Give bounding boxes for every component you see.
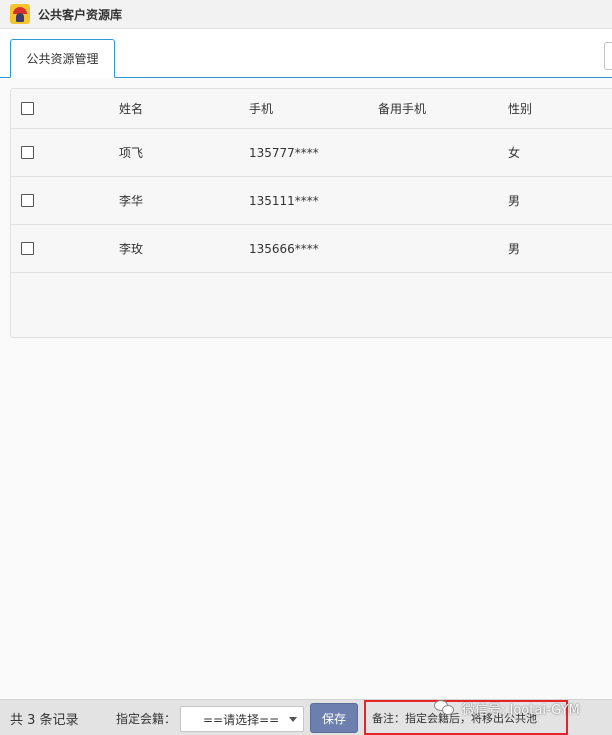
cell-name: 项飞 xyxy=(119,146,144,160)
customer-table: 姓名 手机 备用手机 性别 项飞 135777**** 女 李华 135111*… xyxy=(10,88,612,338)
title-bar: 公共客户资源库 xyxy=(0,0,612,29)
select-all-cell xyxy=(21,89,34,128)
cell-gender: 女 xyxy=(508,146,521,160)
chevron-down-icon xyxy=(289,717,297,722)
cell-name: 李华 xyxy=(119,194,144,208)
table-row[interactable]: 李华 135111**** 男 xyxy=(11,177,612,225)
window-title: 公共客户资源库 xyxy=(38,7,123,22)
record-count: 共 3 条记录 xyxy=(10,712,79,728)
cell-gender: 男 xyxy=(508,194,521,208)
cell-phone: 135777**** xyxy=(249,145,319,160)
watermark: 微信号: Jootai-GYM xyxy=(434,697,580,719)
row-checkbox[interactable] xyxy=(21,146,34,159)
column-header-backup-phone[interactable]: 备用手机 xyxy=(378,89,426,128)
cell-phone: 135111**** xyxy=(249,193,319,208)
table-row[interactable]: 项飞 135777**** 女 xyxy=(11,129,612,177)
row-select-cell xyxy=(21,129,34,176)
wechat-icon xyxy=(434,700,456,716)
table-row[interactable]: 李玫 135666**** 男 xyxy=(11,225,612,273)
cell-name: 李玫 xyxy=(119,242,144,256)
column-header-gender[interactable]: 性别 xyxy=(508,89,532,128)
save-button[interactable]: 保存 xyxy=(310,703,358,733)
membership-select-value: ==请选择== xyxy=(203,712,280,727)
watermark-text: 微信号: Jootai-GYM xyxy=(462,702,580,718)
app-logo-icon xyxy=(10,4,30,24)
column-header-phone[interactable]: 手机 xyxy=(249,89,273,128)
tab-bar: 公共资源管理 xyxy=(0,29,612,78)
column-header-name[interactable]: 姓名 xyxy=(119,89,143,128)
cell-gender: 男 xyxy=(508,242,521,256)
assign-membership-label: 指定会籍： xyxy=(116,711,177,726)
tab-label: 公共资源管理 xyxy=(26,52,99,66)
tab-bar-right-button[interactable] xyxy=(604,42,612,70)
row-checkbox[interactable] xyxy=(21,194,34,207)
row-select-cell xyxy=(21,225,34,272)
membership-select[interactable]: ==请选择== xyxy=(180,706,304,732)
select-all-checkbox[interactable] xyxy=(21,102,34,115)
tab-public-resource-management[interactable]: 公共资源管理 xyxy=(10,39,115,78)
cell-phone: 135666**** xyxy=(249,241,319,256)
row-checkbox[interactable] xyxy=(21,242,34,255)
row-select-cell xyxy=(21,177,34,224)
table-header-row: 姓名 手机 备用手机 性别 xyxy=(11,89,612,129)
